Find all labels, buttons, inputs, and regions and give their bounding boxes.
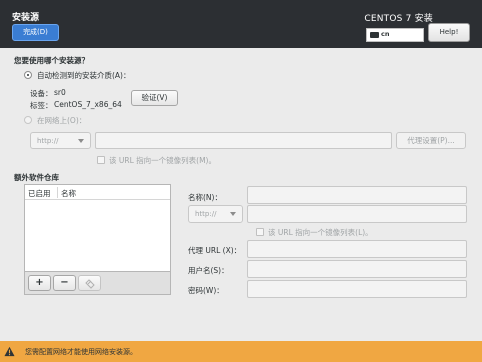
repo-mirrorlist-label: 该 URL 指向一个镜像列表(L)。 xyxy=(268,228,373,237)
device-label: 设备： xyxy=(30,89,53,98)
chevron-down-icon xyxy=(230,212,236,216)
repo-name-label: 名称(N)： xyxy=(188,193,222,202)
column-enabled[interactable]: 已启用 xyxy=(28,188,51,199)
done-button[interactable]: 完成(D) xyxy=(12,24,59,41)
repo-url-input[interactable] xyxy=(247,205,467,223)
revert-icon xyxy=(84,279,95,289)
keyboard-layout-label: cn xyxy=(381,30,390,38)
username-label: 用户名(S)： xyxy=(188,266,229,275)
header-bar: 安装源 完成(D) CENTOS 7 安装 cn Help! xyxy=(0,0,482,48)
source-protocol-value: http:// xyxy=(37,136,59,145)
repo-protocol-value: http:// xyxy=(195,210,217,218)
password-label: 密码(W)： xyxy=(188,286,224,295)
help-button[interactable]: Help! xyxy=(428,23,470,42)
proxy-url-input[interactable] xyxy=(247,240,467,258)
repo-mirrorlist-checkbox[interactable] xyxy=(256,228,264,236)
media-label-value: CentOS_7_x86_64 xyxy=(54,100,122,109)
warning-text: 您需配置网络才能使用网络安装源。 xyxy=(25,348,137,356)
password-input[interactable] xyxy=(247,280,467,298)
media-label-label: 标签： xyxy=(30,101,53,110)
proxy-settings-button[interactable]: 代理设置(P)... xyxy=(396,132,466,149)
keyboard-layout-indicator[interactable]: cn xyxy=(366,28,424,42)
warning-icon xyxy=(4,346,15,357)
source-question: 您要使用哪个安装源？ xyxy=(14,56,89,65)
repo-list-header: 已启用 名称 xyxy=(25,185,170,200)
auto-detect-label: 自动检测到的安装介质(A)： xyxy=(37,71,131,80)
column-name[interactable]: 名称 xyxy=(61,188,76,199)
add-repo-button[interactable]: + xyxy=(28,275,51,291)
repo-name-input[interactable] xyxy=(247,186,467,204)
source-protocol-combo[interactable]: http:// xyxy=(30,132,91,149)
keyboard-icon xyxy=(370,32,379,38)
product-title: CENTOS 7 安装 xyxy=(364,14,433,24)
remove-repo-button[interactable]: − xyxy=(53,275,76,291)
chevron-down-icon xyxy=(78,138,84,143)
page-title: 安装源 xyxy=(12,13,40,23)
repo-protocol-combo[interactable]: http:// xyxy=(188,205,243,223)
verify-button[interactable]: 验证(V) xyxy=(131,90,178,106)
device-value: sr0 xyxy=(54,88,66,97)
source-url-input[interactable] xyxy=(95,132,392,149)
username-input[interactable] xyxy=(247,260,467,278)
auto-detect-radio[interactable] xyxy=(24,71,32,79)
repos-title: 额外软件仓库 xyxy=(14,173,59,182)
network-label: 在网络上(O)： xyxy=(37,116,87,125)
warning-bar[interactable]: 您需配置网络才能使用网络安装源。 xyxy=(0,341,482,362)
mirrorlist-label: 该 URL 指向一个镜像列表(M)。 xyxy=(109,156,216,165)
repo-toolbar: + − xyxy=(24,272,171,295)
network-radio[interactable] xyxy=(24,116,32,124)
repo-list[interactable]: 已启用 名称 xyxy=(24,184,171,272)
mirrorlist-checkbox[interactable] xyxy=(97,156,105,164)
reset-repo-button[interactable] xyxy=(78,275,101,291)
proxy-url-label: 代理 URL (X)： xyxy=(188,246,242,255)
